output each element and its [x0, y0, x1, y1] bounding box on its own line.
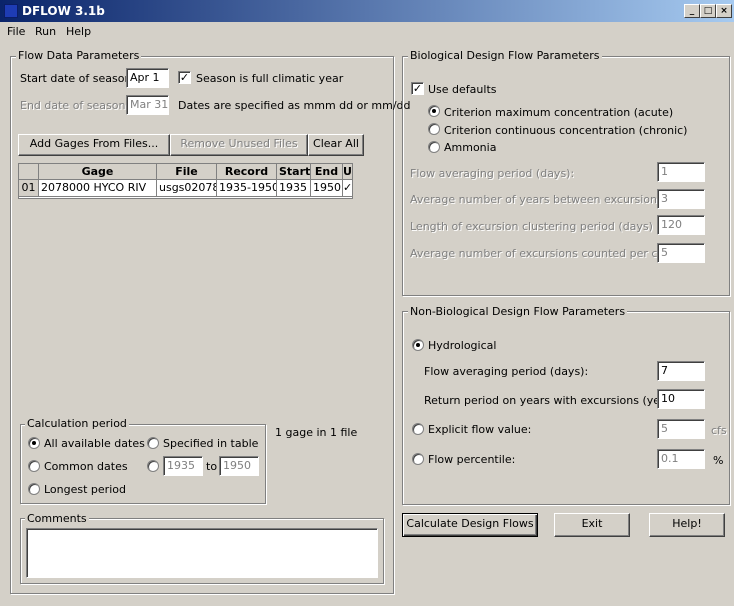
calculate-design-flows-button[interactable]: Calculate Design Flows — [402, 513, 538, 537]
app-icon — [4, 4, 18, 18]
acute-radio[interactable] — [428, 105, 440, 117]
exit-button[interactable]: Exit — [554, 513, 630, 537]
nonbio-avg-period-input[interactable]: 7 — [657, 361, 705, 381]
grid-header-num — [19, 164, 39, 180]
chronic-label: Criterion continuous concentration (chro… — [444, 124, 688, 137]
hydrological-radio[interactable] — [412, 339, 424, 351]
specified-table-radio[interactable] — [147, 437, 159, 449]
biological-group-label: Biological Design Flow Parameters — [408, 49, 602, 62]
non-biological-group-label: Non-Biological Design Flow Parameters — [408, 305, 628, 318]
common-dates-label: Common dates — [44, 460, 128, 473]
gage-count-label: 1 gage in 1 file — [275, 426, 358, 439]
ammonia-label: Ammonia — [444, 141, 497, 154]
table-row-num: 01 — [19, 180, 39, 197]
title-bar[interactable]: DFLOW 3.1b _ □ × — [0, 0, 734, 22]
longest-period-radio[interactable] — [28, 483, 40, 495]
grid-header-start[interactable]: Start — [277, 164, 311, 180]
close-button[interactable]: × — [716, 4, 732, 18]
flow-data-group-label: Flow Data Parameters — [16, 49, 142, 62]
flow-percentile-input[interactable]: 0.1 — [657, 449, 705, 469]
bio-years-label: Average number of years between excursio… — [410, 193, 663, 206]
hydrological-label: Hydrological — [428, 339, 497, 352]
clear-all-button[interactable]: Clear All — [308, 134, 364, 156]
use-defaults-checkbox[interactable]: ✓ — [411, 82, 424, 95]
acute-label: Criterion maximum concentration (acute) — [444, 106, 674, 119]
grid-header-end[interactable]: End — [311, 164, 343, 180]
flow-percentile-radio[interactable] — [412, 453, 424, 465]
comments-label: Comments — [25, 512, 89, 525]
start-date-label: Start date of season: — [20, 72, 136, 85]
end-date-label: End date of season: — [20, 99, 130, 112]
menu-bar: File Run Help — [0, 22, 734, 42]
bio-cluster-input[interactable]: 120 — [657, 215, 705, 235]
bio-cluster-label: Length of excursion clustering period (d… — [410, 220, 653, 233]
custom-range-radio[interactable] — [147, 460, 159, 472]
bio-count-label: Average number of excursions counted per… — [410, 247, 693, 260]
bio-years-input[interactable]: 3 — [657, 189, 705, 209]
flow-percentile-label: Flow percentile: — [428, 453, 516, 466]
grid-header-use[interactable]: Use — [343, 164, 353, 180]
explicit-flow-radio[interactable] — [412, 423, 424, 435]
menu-run[interactable]: Run — [35, 25, 56, 38]
date-format-hint: Dates are specified as mmm dd or mm/dd — [178, 99, 411, 112]
return-period-input[interactable]: 10 — [657, 389, 705, 409]
grid-header-record[interactable]: Record — [217, 164, 277, 180]
table-cell-record[interactable]: 1935-1950 — [217, 180, 277, 197]
menu-file[interactable]: File — [7, 25, 25, 38]
remove-unused-files-button[interactable]: Remove Unused Files — [170, 134, 308, 156]
return-period-label: Return period on years with excursions (… — [424, 394, 686, 407]
range-from-input[interactable]: 1935 — [163, 456, 203, 476]
bio-avg-period-label: Flow averaging period (days): — [410, 167, 575, 180]
longest-period-label: Longest period — [44, 483, 126, 496]
table-cell-end[interactable]: 1950 — [311, 180, 343, 197]
bio-count-input[interactable]: 5 — [657, 243, 705, 263]
all-dates-radio[interactable] — [28, 437, 40, 449]
common-dates-radio[interactable] — [28, 460, 40, 472]
maximize-button[interactable]: □ — [700, 4, 716, 18]
table-cell-start[interactable]: 1935 — [277, 180, 311, 197]
table-cell-use-checkbox[interactable]: ✓ — [343, 180, 353, 197]
explicit-flow-input[interactable]: 5 — [657, 419, 705, 439]
start-date-input[interactable]: Apr 1 — [126, 68, 169, 88]
explicit-flow-unit: cfs — [711, 424, 727, 437]
full-year-label: Season is full climatic year — [196, 72, 344, 85]
minimize-button[interactable]: _ — [684, 4, 700, 18]
specified-table-label: Specified in table — [163, 437, 259, 450]
grid-header-file[interactable]: File — [157, 164, 217, 180]
comments-textarea[interactable] — [26, 528, 378, 578]
explicit-flow-label: Explicit flow value: — [428, 423, 532, 436]
use-defaults-label: Use defaults — [428, 83, 497, 96]
table-cell-gage[interactable]: 2078000 HYCO RIV — [39, 180, 157, 197]
table-cell-file[interactable]: usgs020780 — [157, 180, 217, 197]
calculation-period-label: Calculation period — [25, 417, 129, 430]
ammonia-radio[interactable] — [428, 141, 440, 153]
chronic-radio[interactable] — [428, 123, 440, 135]
window-title: DFLOW 3.1b — [22, 4, 105, 18]
range-to-label: to — [206, 460, 218, 473]
bio-avg-period-input[interactable]: 1 — [657, 162, 705, 182]
gage-grid[interactable]: Gage File Record Start End Use 01 207800… — [18, 163, 353, 199]
grid-header-gage[interactable]: Gage — [39, 164, 157, 180]
flow-percentile-unit: % — [713, 454, 724, 467]
add-gages-button[interactable]: Add Gages From Files... — [18, 134, 170, 156]
all-dates-label: All available dates — [44, 437, 145, 450]
full-year-checkbox[interactable]: ✓ — [178, 71, 191, 84]
menu-help[interactable]: Help — [66, 25, 91, 38]
nonbio-avg-period-label: Flow averaging period (days): — [424, 365, 589, 378]
range-to-input[interactable]: 1950 — [219, 456, 259, 476]
help-button[interactable]: Help! — [649, 513, 725, 537]
end-date-input[interactable]: Mar 31 — [126, 95, 169, 115]
